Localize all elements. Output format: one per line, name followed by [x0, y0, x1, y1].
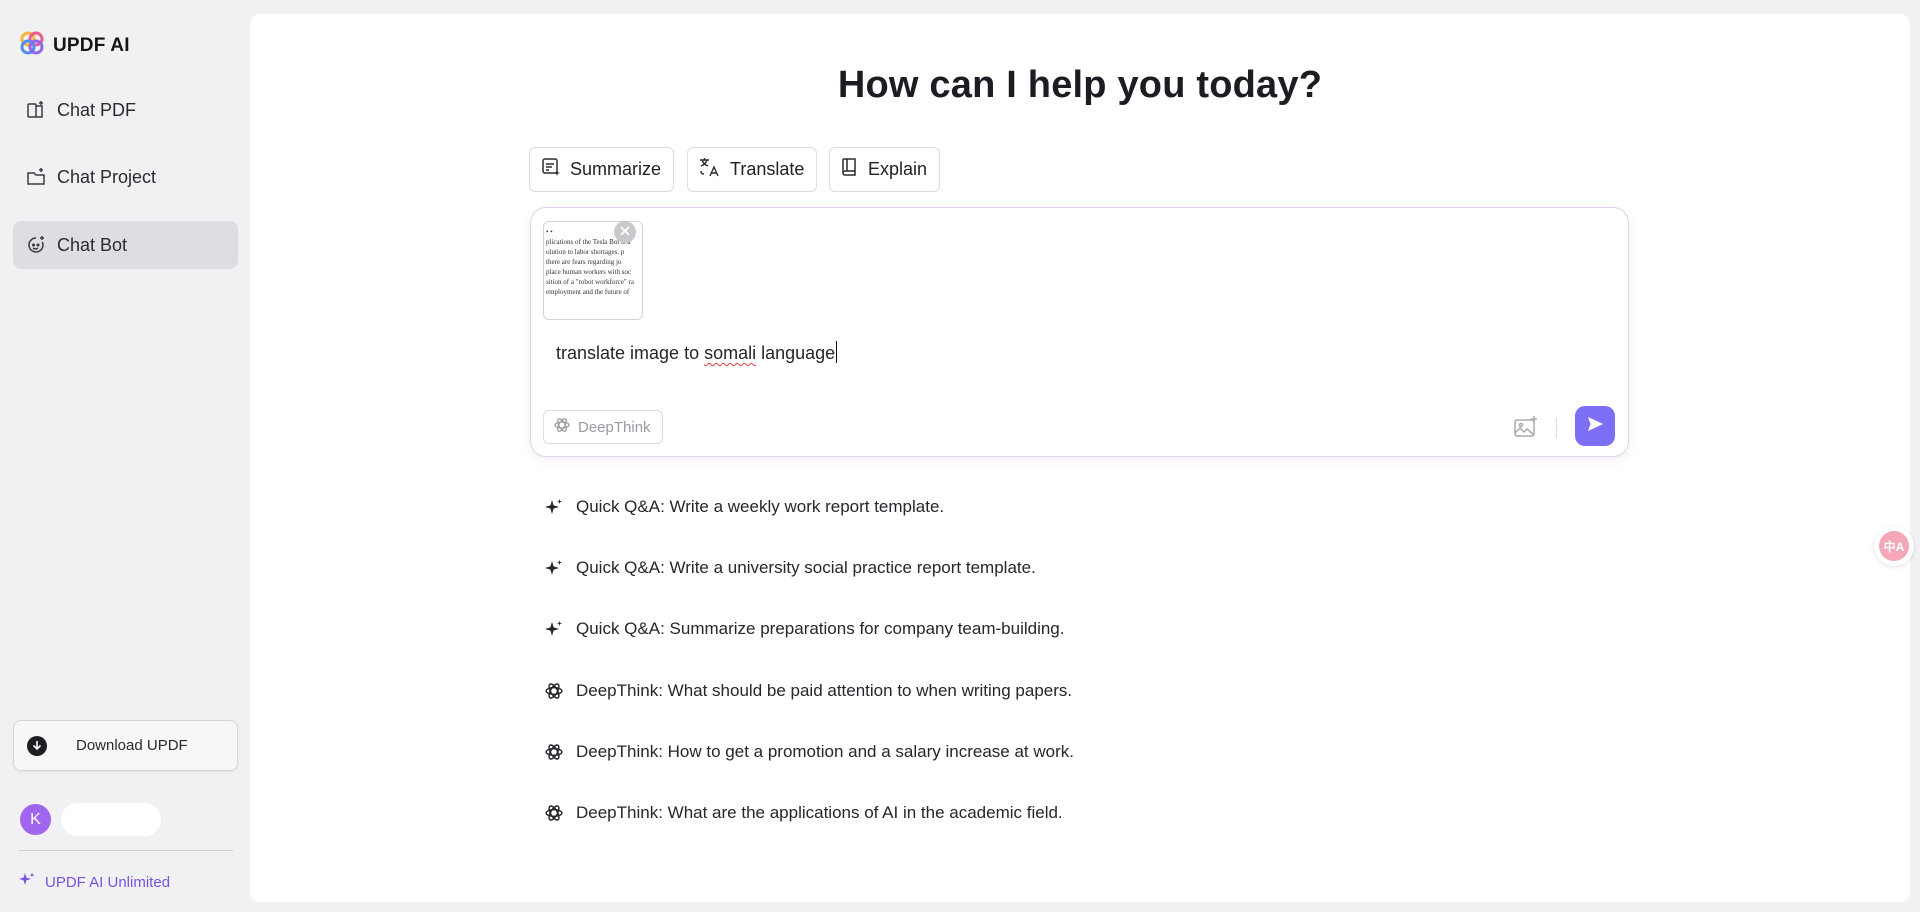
sidebar-item-label: Chat Project	[57, 166, 157, 187]
avatar[interactable]: K	[20, 804, 51, 835]
send-icon	[1586, 415, 1604, 438]
translate-button[interactable]: Translate	[687, 147, 818, 192]
suggestion-item[interactable]: DeepThink: What should be paid attention…	[544, 681, 1072, 701]
user-name-placeholder[interactable]	[61, 803, 161, 836]
unlimited-label: UPDF AI Unlimited	[45, 873, 171, 891]
chip-label: Summarize	[570, 159, 662, 179]
download-updf-button[interactable]: Download UPDF	[13, 720, 238, 771]
brand-name: UPDF AI	[53, 34, 130, 56]
suggestion-item[interactable]: Quick Q&A: Write a weekly work report te…	[544, 497, 944, 517]
text-caret	[836, 341, 838, 363]
page-title: How can I help you today?	[837, 64, 1323, 106]
sidebar-divider	[19, 850, 233, 851]
sidebar-item-chat-pdf[interactable]: Chat PDF	[13, 86, 238, 134]
chat-bot-icon	[25, 234, 47, 256]
download-icon	[27, 735, 47, 756]
chip-label: Explain	[868, 159, 928, 179]
sparkle-icon	[544, 497, 564, 517]
sidebar-item-label: Chat Bot	[57, 234, 128, 255]
floating-translate-button[interactable]: 中A	[1874, 526, 1914, 566]
deepthink-icon	[544, 681, 564, 701]
deepthink-toggle[interactable]: DeepThink	[543, 410, 663, 444]
prompt-text-end: language	[756, 343, 836, 363]
image-add-icon	[1513, 416, 1539, 443]
summarize-icon	[540, 156, 562, 183]
suggestion-item[interactable]: DeepThink: What are the applications of …	[544, 803, 1063, 823]
chat-pdf-icon	[25, 99, 47, 121]
prompt-input[interactable]: translate image to somali language	[556, 341, 1556, 364]
updf-logo-icon	[19, 30, 45, 61]
image-upload-button[interactable]	[1513, 415, 1539, 439]
deepthink-icon	[544, 742, 564, 762]
thumbnail-line: sition of a "robot workforce" ra	[546, 278, 634, 286]
prompt-misspelled-word: somali	[704, 343, 757, 363]
suggestion-text: DeepThink: What are the applications of …	[576, 803, 1063, 822]
chat-composer[interactable]: • • plications of the Tesla Bot is a olu…	[530, 207, 1629, 457]
thumbnail-line: place human workers with soc	[546, 268, 632, 276]
sparkle-icon	[544, 619, 564, 639]
suggestion-text: Quick Q&A: Write a university social pra…	[576, 558, 1036, 577]
upgrade-unlimited-link[interactable]: UPDF AI Unlimited	[19, 872, 170, 892]
sidebar: UPDF AI Chat PDF Chat Project Chat Bot D…	[0, 0, 248, 912]
suggestion-item[interactable]: Quick Q&A: Write a university social pra…	[544, 558, 1036, 578]
translate-icon	[698, 156, 722, 183]
deepthink-icon	[544, 803, 564, 823]
sidebar-item-chat-bot[interactable]: Chat Bot	[13, 221, 238, 269]
prompt-text: translate image to	[556, 343, 705, 363]
suggestion-item[interactable]: DeepThink: How to get a promotion and a …	[544, 742, 1074, 762]
translate-icon: 中A	[1879, 531, 1909, 561]
sidebar-item-label: Chat PDF	[57, 99, 137, 120]
book-icon	[840, 156, 860, 183]
brand[interactable]: UPDF AI	[19, 30, 130, 61]
summarize-button[interactable]: Summarize	[529, 147, 675, 192]
close-icon	[620, 223, 630, 241]
sidebar-item-chat-project[interactable]: Chat Project	[13, 153, 238, 201]
suggestion-text: Quick Q&A: Summarize preparations for co…	[576, 619, 1065, 638]
thumbnail-line: there are fears regarding jo	[546, 258, 622, 266]
toolbar-divider	[1556, 418, 1557, 438]
thumbnail-line: olution to labor shortages. p	[546, 248, 625, 256]
download-label: Download UPDF	[76, 737, 188, 754]
send-button[interactable]	[1575, 406, 1615, 446]
deepthink-label: DeepThink	[578, 418, 651, 436]
remove-attachment-button[interactable]	[614, 221, 636, 243]
suggestion-text: DeepThink: How to get a promotion and a …	[576, 742, 1074, 761]
chip-label: Translate	[730, 159, 805, 179]
explain-button[interactable]: Explain	[829, 147, 941, 192]
thumbnail-line: employment and the future of	[546, 288, 630, 296]
sparkle-icon	[544, 558, 564, 578]
suggestion-text: Quick Q&A: Write a weekly work report te…	[576, 497, 945, 516]
suggestion-item[interactable]: Quick Q&A: Summarize preparations for co…	[544, 619, 1064, 639]
sparkle-icon	[19, 872, 35, 892]
main-panel: How can I help you today? Summarize Tran…	[250, 14, 1910, 902]
chat-project-icon	[25, 166, 47, 188]
suggestion-text: DeepThink: What should be paid attention…	[576, 681, 1073, 700]
deepthink-icon	[554, 417, 570, 437]
